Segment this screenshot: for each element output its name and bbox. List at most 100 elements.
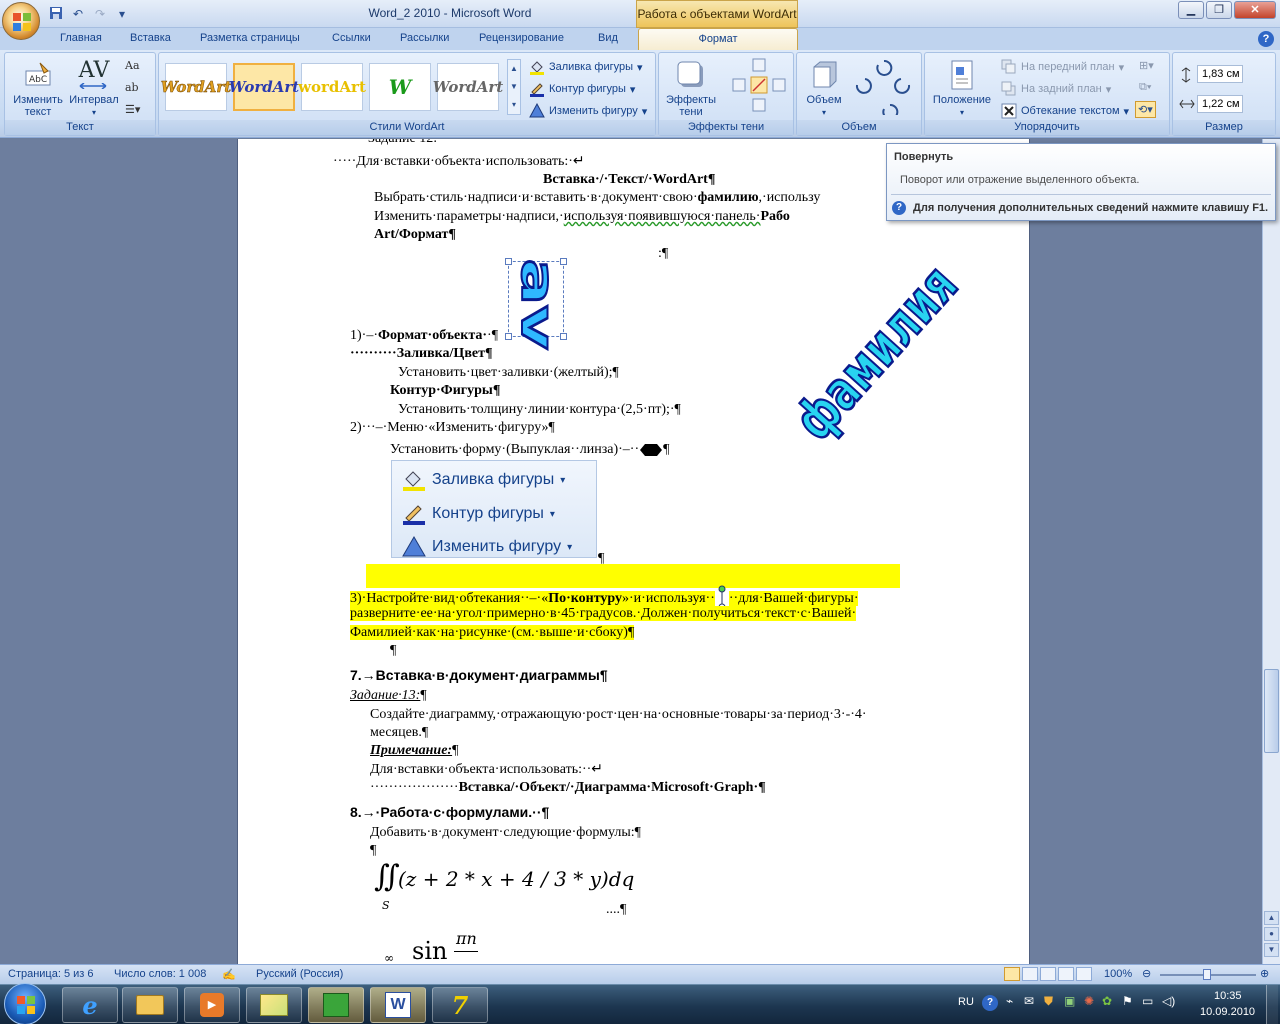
restore-button[interactable]: ❐ bbox=[1206, 1, 1232, 19]
edit-text-button[interactable]: AbC Изменить текст bbox=[9, 59, 67, 118]
shadow-effects-button[interactable]: Эффекты тени bbox=[663, 59, 719, 118]
heading-8: 8.→·Работа·с·формулами.··¶ bbox=[350, 804, 550, 820]
browse-object-button[interactable]: ● bbox=[1264, 927, 1279, 941]
group-objects-button[interactable]: ⧉▾ bbox=[1139, 81, 1151, 94]
tray-language[interactable]: RU bbox=[958, 996, 974, 1008]
word-count[interactable]: Число слов: 1 008 bbox=[114, 968, 206, 980]
gallery-scroll[interactable]: ▲ ▼ ▾ bbox=[507, 59, 521, 115]
wordart-style-2[interactable]: WordArt bbox=[229, 63, 299, 111]
doc-line: Установить·толщину·линии·контура·(2,5·пт… bbox=[398, 402, 681, 417]
minimize-button[interactable]: ▁ bbox=[1178, 1, 1204, 19]
tab-page-layout[interactable]: Разметка страницы bbox=[200, 32, 300, 44]
tab-insert[interactable]: Вставка bbox=[130, 32, 171, 44]
spacing-button[interactable]: AV Интервал ▾ bbox=[67, 59, 121, 119]
wordart-style-4[interactable]: W bbox=[369, 63, 431, 111]
tray-monitor-icon[interactable]: ▭ bbox=[1142, 994, 1153, 1008]
tab-format[interactable]: Формат bbox=[638, 28, 798, 51]
wordart-style-5[interactable]: WordArt bbox=[433, 63, 503, 111]
height-icon bbox=[1179, 67, 1193, 86]
doc-line: разверните·ее·на·угол·примерно·в·45·град… bbox=[350, 606, 857, 621]
wrap-text-button[interactable]: Обтекание текстом ▾ bbox=[1001, 103, 1129, 119]
reading-view-icon[interactable] bbox=[1022, 967, 1038, 981]
width-input[interactable]: 1,22 см bbox=[1197, 95, 1243, 113]
tab-mailings[interactable]: Рассылки bbox=[400, 32, 449, 44]
tab-view[interactable]: Вид bbox=[598, 32, 618, 44]
formula-1[interactable]: ∬ S (z + 2 * x + 4 / 3 * y)dq bbox=[374, 857, 634, 915]
send-back-button[interactable]: На задний план ▾ bbox=[1001, 81, 1111, 97]
tray-chat-icon[interactable]: ✉ bbox=[1024, 994, 1034, 1008]
tray-time[interactable]: 10:35 bbox=[1214, 990, 1242, 1002]
change-shape-button[interactable]: Изменить фигуру ▾ bbox=[529, 102, 647, 119]
prev-page-button[interactable]: ▲ bbox=[1264, 911, 1279, 925]
3d-effects-button[interactable]: Объем ▾ bbox=[801, 59, 847, 119]
close-button[interactable]: ✕ bbox=[1234, 1, 1276, 19]
zoom-slider-thumb[interactable] bbox=[1203, 969, 1211, 980]
tab-references[interactable]: Ссылки bbox=[332, 32, 371, 44]
align-text-button[interactable]: ☰▾ bbox=[125, 103, 140, 116]
taskbar-app-folders[interactable] bbox=[246, 987, 302, 1023]
taskbar-7zip[interactable]: 7 bbox=[432, 987, 488, 1023]
group-3d: Объем ▾ Объем bbox=[796, 52, 922, 136]
zoom-out-icon[interactable]: ⊖ bbox=[1142, 967, 1151, 980]
shape-fill-button[interactable]: Заливка фигуры ▾ bbox=[529, 59, 643, 75]
tray-flag-icon[interactable]: ⚑ bbox=[1122, 994, 1133, 1008]
redo-icon[interactable]: ↷ bbox=[92, 6, 108, 22]
start-button[interactable] bbox=[4, 983, 46, 1024]
help-icon[interactable]: ? bbox=[1258, 31, 1274, 47]
bring-front-button[interactable]: На передний план ▾ bbox=[1001, 59, 1124, 75]
tab-home[interactable]: Главная bbox=[60, 32, 102, 44]
taskbar-word[interactable]: W bbox=[370, 987, 426, 1023]
tray-network-icon[interactable]: ⌁ bbox=[1006, 994, 1013, 1008]
even-height-button[interactable]: Aa bbox=[125, 59, 140, 72]
doc-line: Art/Формат¶ bbox=[374, 227, 456, 242]
taskbar-publisher[interactable] bbox=[308, 987, 364, 1023]
tray-date[interactable]: 10.09.2010 bbox=[1200, 1006, 1255, 1018]
taskbar-media[interactable]: ▶ bbox=[184, 987, 240, 1023]
customize-qat-icon[interactable]: ▾ bbox=[114, 6, 130, 22]
language-indicator[interactable]: Русский (Россия) bbox=[256, 968, 343, 980]
wordart-selected-object[interactable]: av bbox=[505, 257, 567, 351]
outline-view-icon[interactable] bbox=[1058, 967, 1074, 981]
shadow-nudge-grid[interactable] bbox=[729, 57, 789, 118]
print-layout-icon[interactable] bbox=[1004, 967, 1020, 981]
tray-flower-icon[interactable]: ✿ bbox=[1102, 994, 1112, 1008]
zoom-in-icon[interactable]: ⊕ bbox=[1260, 967, 1269, 980]
3d-cube-icon bbox=[808, 59, 840, 91]
office-button[interactable] bbox=[2, 2, 40, 40]
tray-volume-icon[interactable]: ◁) bbox=[1162, 994, 1175, 1008]
title-bar: ↶ ↷ ▾ Word_2 2010 - Microsoft Word Работ… bbox=[0, 0, 1280, 28]
office-logo-icon bbox=[12, 12, 32, 32]
zoom-level[interactable]: 100% bbox=[1104, 968, 1132, 980]
rotate-button[interactable]: ⟲▾ bbox=[1135, 101, 1156, 118]
align-button[interactable]: ⊞▾ bbox=[1139, 59, 1154, 72]
scroll-thumb[interactable] bbox=[1264, 669, 1279, 753]
tray-help-icon[interactable]: ? bbox=[982, 995, 998, 1011]
height-input[interactable]: 1,83 см bbox=[1197, 65, 1243, 83]
3d-tilt-grid[interactable] bbox=[851, 57, 917, 120]
web-layout-icon[interactable] bbox=[1040, 967, 1056, 981]
shape-outline-button[interactable]: Контур фигуры ▾ bbox=[529, 81, 635, 97]
formula-2[interactable]: πn sin ∞ bbox=[378, 929, 498, 964]
taskbar-explorer[interactable] bbox=[122, 987, 178, 1023]
draft-view-icon[interactable] bbox=[1076, 967, 1092, 981]
save-icon[interactable] bbox=[48, 6, 64, 22]
change-shape-icon bbox=[402, 536, 426, 557]
tab-review[interactable]: Рецензирование bbox=[479, 32, 564, 44]
spellcheck-icon[interactable]: ✍ bbox=[222, 968, 236, 981]
position-button[interactable]: Положение ▾ bbox=[929, 59, 995, 119]
document-page[interactable]: Задание 12: ·····Для·вставки·объекта·исп… bbox=[237, 139, 1030, 964]
tray-bluetooth-icon[interactable]: ✺ bbox=[1084, 994, 1094, 1008]
next-page-button[interactable]: ▼ bbox=[1264, 943, 1279, 957]
wordart-rotated[interactable]: фамилия bbox=[782, 253, 971, 453]
wordart-style-1[interactable]: WordArt bbox=[161, 63, 232, 111]
undo-icon[interactable]: ↶ bbox=[70, 6, 86, 22]
taskbar-ie[interactable]: e bbox=[62, 987, 118, 1023]
vertical-scrollbar[interactable]: ▲ ● ▼ bbox=[1262, 139, 1280, 964]
vertical-text-button[interactable]: ab bbox=[125, 81, 139, 94]
tray-shield-icon[interactable]: ⛊ bbox=[1044, 994, 1053, 1009]
wordart-style-3[interactable]: wordArt bbox=[298, 63, 366, 111]
tray-app-icon[interactable]: ▣ bbox=[1064, 994, 1075, 1008]
doc-line: Изменить·параметры·надписи,·используя·по… bbox=[374, 209, 790, 224]
show-desktop-button[interactable] bbox=[1266, 985, 1278, 1024]
page-indicator[interactable]: Страница: 5 из 6 bbox=[8, 968, 94, 980]
